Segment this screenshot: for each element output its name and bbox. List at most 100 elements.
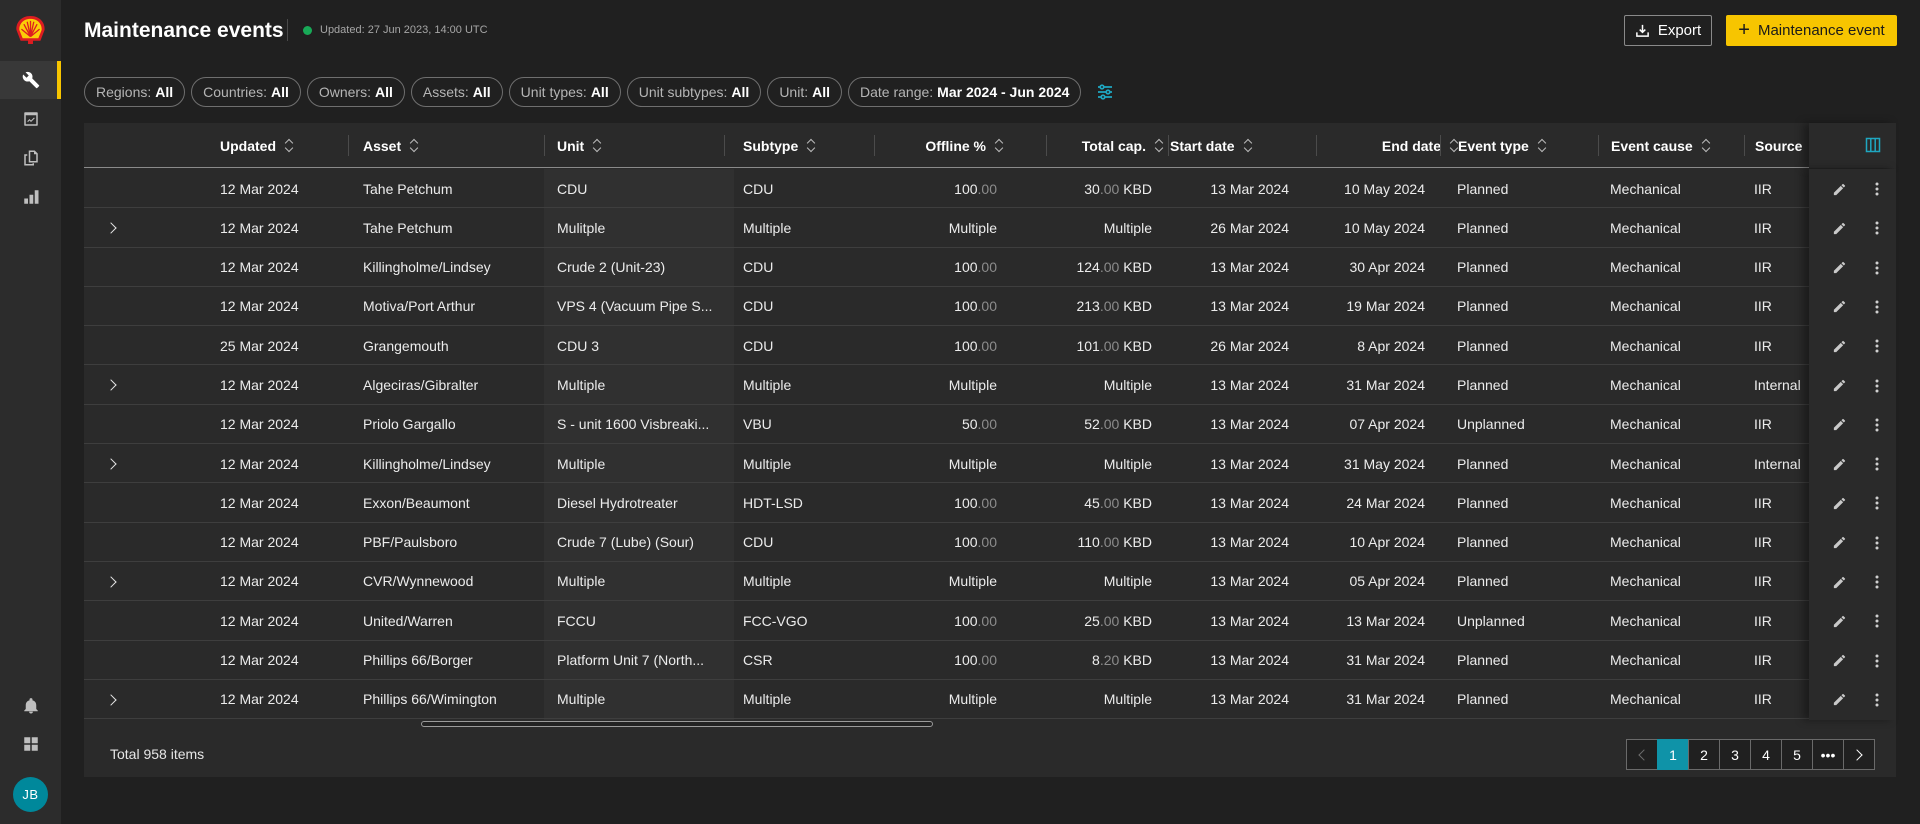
filter-chip[interactable]: Regions: All bbox=[84, 77, 186, 107]
expand-row-chevron-icon[interactable] bbox=[103, 375, 123, 395]
page-button[interactable]: 3 bbox=[1719, 739, 1751, 770]
edit-button[interactable] bbox=[1829, 533, 1849, 553]
sort-icon[interactable] bbox=[1245, 139, 1253, 152]
edit-button[interactable] bbox=[1829, 415, 1849, 435]
more-options-button[interactable] bbox=[1869, 258, 1885, 278]
column-header-subtype[interactable]: Subtype bbox=[743, 123, 863, 168]
nav-maintenance[interactable] bbox=[0, 61, 61, 99]
sort-icon[interactable] bbox=[808, 139, 816, 152]
filter-chip[interactable]: Date range: Mar 2024 - Jun 2024 bbox=[848, 77, 1082, 107]
table-row[interactable]: 12 Mar 2024 Tahe Petchum CDU CDU 100.00 30.00… bbox=[84, 169, 1896, 209]
edit-button[interactable] bbox=[1829, 493, 1849, 513]
page-button[interactable]: 4 bbox=[1750, 739, 1782, 770]
more-options-button[interactable] bbox=[1869, 493, 1885, 513]
column-separator[interactable] bbox=[1168, 135, 1169, 156]
column-header-start-date[interactable]: Start date bbox=[1170, 123, 1300, 168]
column-separator[interactable] bbox=[1598, 135, 1599, 156]
page-button[interactable]: 2 bbox=[1688, 739, 1720, 770]
column-separator[interactable] bbox=[544, 135, 545, 156]
filter-chip[interactable]: Unit: All bbox=[767, 77, 842, 107]
column-header-source[interactable]: Source bbox=[1755, 123, 1815, 168]
next-page-button[interactable] bbox=[1843, 739, 1875, 770]
previous-page-button[interactable] bbox=[1626, 739, 1658, 770]
column-header-unit[interactable]: Unit bbox=[557, 123, 657, 168]
sort-icon[interactable] bbox=[1703, 139, 1711, 152]
column-header-asset[interactable]: Asset bbox=[363, 123, 463, 168]
edit-button[interactable] bbox=[1829, 376, 1849, 396]
edit-button[interactable] bbox=[1829, 454, 1849, 474]
sort-icon[interactable] bbox=[1156, 139, 1164, 152]
horizontal-scrollbar[interactable] bbox=[84, 721, 1809, 729]
sort-icon[interactable] bbox=[286, 139, 294, 152]
filter-settings-button[interactable] bbox=[1093, 80, 1117, 104]
edit-button[interactable] bbox=[1829, 297, 1849, 317]
table-row[interactable]: 12 Mar 2024 Killingholme/Lindsey Multiple M… bbox=[84, 444, 1896, 484]
table-row[interactable]: 12 Mar 2024 United/Warren FCCU FCC-VGO 100.0… bbox=[84, 601, 1896, 641]
more-options-button[interactable] bbox=[1869, 690, 1885, 710]
table-row[interactable]: 12 Mar 2024 Phillips 66/Wimington Multiple… bbox=[84, 680, 1896, 720]
avatar[interactable]: JB bbox=[13, 777, 48, 812]
sort-icon[interactable] bbox=[1539, 139, 1547, 152]
column-separator[interactable] bbox=[348, 135, 349, 156]
edit-button[interactable] bbox=[1829, 611, 1849, 631]
filter-chip[interactable]: Countries: All bbox=[191, 77, 301, 107]
more-pages-button[interactable]: ••• bbox=[1812, 739, 1844, 770]
page-button[interactable]: 1 bbox=[1657, 739, 1689, 770]
column-header-updated[interactable]: Updated bbox=[220, 123, 320, 168]
filter-chip[interactable]: Unit types: All bbox=[508, 77, 621, 107]
more-options-button[interactable] bbox=[1869, 533, 1885, 553]
column-separator[interactable] bbox=[1744, 135, 1745, 156]
nav-analytics[interactable] bbox=[0, 178, 61, 216]
edit-button[interactable] bbox=[1829, 336, 1849, 356]
column-header-total-cap[interactable]: Total cap. bbox=[1014, 123, 1164, 168]
column-header-end-date[interactable]: End date bbox=[1324, 123, 1459, 168]
more-options-button[interactable] bbox=[1869, 218, 1885, 238]
nav-documents[interactable] bbox=[0, 139, 61, 177]
table-row[interactable]: 12 Mar 2024 Motiva/Port Arthur VPS 4 (Vacu… bbox=[84, 287, 1896, 327]
nav-apps[interactable] bbox=[0, 725, 61, 763]
sort-icon[interactable] bbox=[594, 139, 602, 152]
table-row[interactable]: 12 Mar 2024 Priolo Gargallo S - unit 1600 … bbox=[84, 405, 1896, 445]
expand-row-chevron-icon[interactable] bbox=[103, 454, 123, 474]
more-options-button[interactable] bbox=[1869, 297, 1885, 317]
column-header-event-cause[interactable]: Event cause bbox=[1611, 123, 1741, 168]
more-options-button[interactable] bbox=[1869, 179, 1885, 199]
more-options-button[interactable] bbox=[1869, 611, 1885, 631]
column-header-offline[interactable]: Offline % bbox=[874, 123, 1004, 168]
column-separator[interactable] bbox=[874, 135, 875, 156]
edit-button[interactable] bbox=[1829, 179, 1849, 199]
add-maintenance-event-button[interactable]: + Maintenance event bbox=[1726, 15, 1897, 46]
edit-button[interactable] bbox=[1829, 258, 1849, 278]
table-row[interactable]: 12 Mar 2024 Tahe Petchum Mulitple Multiple M… bbox=[84, 208, 1896, 248]
nav-notifications[interactable] bbox=[0, 687, 61, 725]
filter-chip[interactable]: Owners: All bbox=[306, 77, 405, 107]
expand-row-chevron-icon[interactable] bbox=[103, 572, 123, 592]
horizontal-scrollbar-thumb[interactable] bbox=[421, 721, 933, 727]
column-separator[interactable] bbox=[724, 135, 725, 156]
table-row[interactable]: 12 Mar 2024 Killingholme/Lindsey Crude 2 (… bbox=[84, 248, 1896, 287]
table-row[interactable]: 12 Mar 2024 Phillips 66/Borger Platform Un… bbox=[84, 641, 1896, 680]
table-row[interactable]: 12 Mar 2024 Exxon/Beaumont Diesel Hydrotre… bbox=[84, 483, 1896, 523]
table-row[interactable]: 12 Mar 2024 PBF/Paulsboro Crude 7 (Lube) (… bbox=[84, 523, 1896, 562]
edit-button[interactable] bbox=[1829, 651, 1849, 671]
columns-settings-icon[interactable] bbox=[1865, 137, 1881, 153]
more-options-button[interactable] bbox=[1869, 336, 1885, 356]
filter-chip[interactable]: Assets: All bbox=[410, 77, 503, 107]
expand-row-chevron-icon[interactable] bbox=[103, 690, 123, 710]
column-separator[interactable] bbox=[1316, 135, 1317, 156]
page-button[interactable]: 5 bbox=[1781, 739, 1813, 770]
edit-button[interactable] bbox=[1829, 218, 1849, 238]
more-options-button[interactable] bbox=[1869, 376, 1885, 396]
column-separator[interactable] bbox=[1440, 135, 1441, 156]
nav-calendar[interactable] bbox=[0, 100, 61, 138]
more-options-button[interactable] bbox=[1869, 572, 1885, 592]
filter-chip[interactable]: Unit subtypes: All bbox=[626, 77, 762, 107]
expand-row-chevron-icon[interactable] bbox=[103, 218, 123, 238]
more-options-button[interactable] bbox=[1869, 454, 1885, 474]
table-row[interactable]: 12 Mar 2024 CVR/Wynnewood Multiple Multiple… bbox=[84, 562, 1896, 602]
edit-button[interactable] bbox=[1829, 690, 1849, 710]
shell-logo[interactable] bbox=[14, 14, 47, 46]
table-row[interactable]: 25 Mar 2024 Grangemouth CDU 3 CDU 100.00 101.… bbox=[84, 326, 1896, 366]
column-separator[interactable] bbox=[1046, 135, 1047, 156]
column-header-event-type[interactable]: Event type bbox=[1458, 123, 1588, 168]
